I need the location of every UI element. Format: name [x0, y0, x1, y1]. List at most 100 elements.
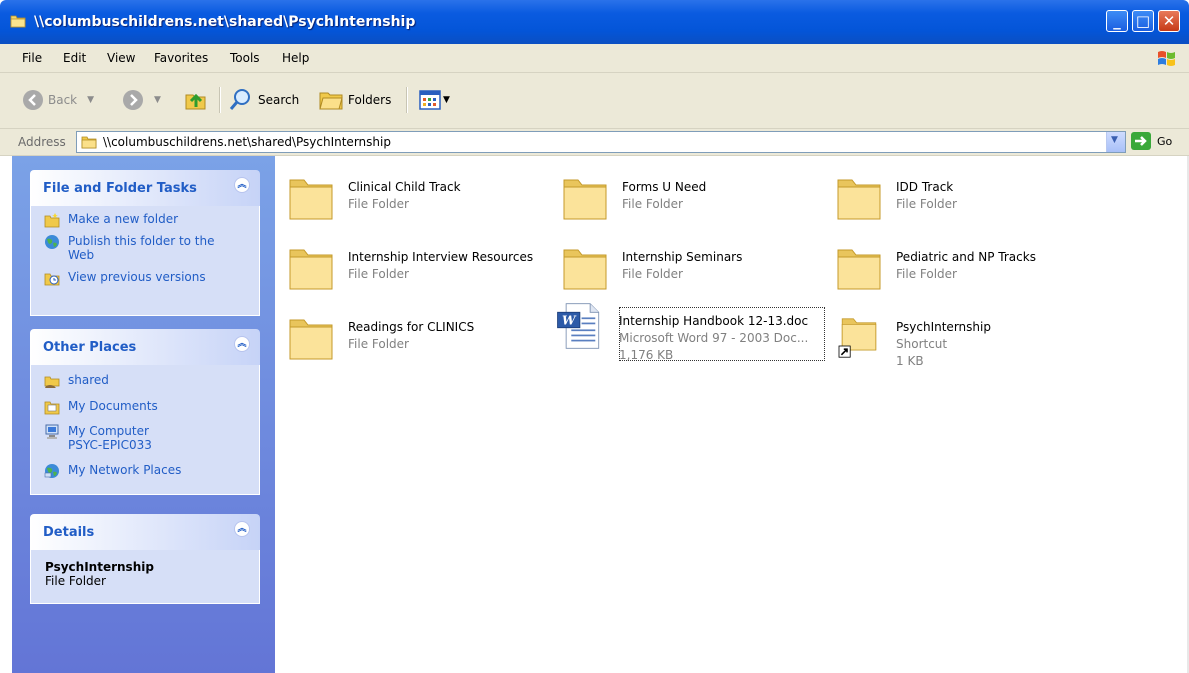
file-item[interactable]: Internship Interview Resources File Fold…: [276, 232, 546, 292]
details-name: PsychInternship: [45, 560, 154, 574]
file-name: Forms U Need: [622, 180, 707, 194]
file-item[interactable]: Forms U Need File Folder: [550, 162, 820, 222]
menu-bar: File Edit View Favorites Tools Help: [0, 44, 1189, 73]
minimize-button[interactable]: _: [1106, 10, 1128, 32]
views-icon: [419, 90, 441, 110]
file-name: PsychInternship: [896, 320, 991, 334]
file-folder-tasks-panel: File and Folder Tasks ︽ Make a new folde…: [30, 170, 260, 316]
other-places-panel: Other Places ︽ shared My Documents My Co…: [30, 329, 260, 495]
go-button[interactable]: Go: [1131, 132, 1172, 150]
make-new-folder-link[interactable]: Make a new folder: [44, 212, 178, 228]
go-arrow-icon: [1131, 132, 1151, 150]
folders-icon: [319, 92, 343, 110]
details-title: Details: [43, 525, 95, 540]
folder-shortcut-icon: [838, 318, 877, 358]
details-header[interactable]: Details ︽: [30, 514, 260, 550]
collapse-chevron-icon[interactable]: ︽: [234, 336, 250, 352]
file-folder-tasks-body: Make a new folder Publish this folder to…: [30, 206, 260, 316]
place-network-places-link[interactable]: My Network Places: [44, 463, 181, 479]
folder-icon: [289, 179, 333, 220]
place-my-computer-link[interactable]: My Computer PSYC-EPIC033: [44, 424, 184, 452]
views-button[interactable]: ▼: [419, 83, 450, 117]
back-label: Back: [48, 93, 78, 107]
file-item[interactable]: IDD Track File Folder: [824, 162, 1094, 222]
file-name: Internship Seminars: [622, 250, 743, 264]
maximize-icon: □: [1135, 12, 1151, 30]
close-icon: ✕: [1162, 12, 1176, 30]
chevron-down-icon[interactable]: ▼: [443, 95, 450, 105]
file-name: Readings for CLINICS: [348, 320, 475, 334]
window-title: \\columbuschildrens.net\shared\PsychInte…: [34, 14, 416, 30]
folder-icon: [289, 249, 333, 290]
file-type: File Folder: [622, 267, 683, 281]
file-size: 1 KB: [896, 354, 924, 368]
details-panel: Details ︽ PsychInternship File Folder: [30, 514, 260, 604]
folders-button[interactable]: Folders: [318, 83, 391, 117]
file-type: File Folder: [896, 267, 957, 281]
place-shared-label: shared: [68, 373, 109, 387]
chevron-down-icon[interactable]: ▼: [87, 95, 94, 105]
new-folder-icon: [44, 212, 60, 228]
maximize-button[interactable]: □: [1132, 10, 1154, 32]
up-folder-button[interactable]: [183, 83, 209, 117]
close-button[interactable]: ✕: [1158, 10, 1180, 32]
menu-file[interactable]: File: [22, 51, 42, 65]
windows-logo-icon: [1158, 51, 1175, 66]
file-item[interactable]: PsychInternship Shortcut 1 KB: [824, 302, 1094, 368]
file-type: File Folder: [348, 267, 409, 281]
file-folder-tasks-header[interactable]: File and Folder Tasks ︽: [30, 170, 260, 206]
title-bar[interactable]: \\columbuschildrens.net\shared\PsychInte…: [0, 0, 1189, 44]
menu-view[interactable]: View: [107, 51, 135, 65]
chevron-down-icon[interactable]: ▼: [154, 95, 161, 105]
file-type: File Folder: [622, 197, 683, 211]
file-view: Clinical Child Track File Folder Forms U…: [276, 156, 1189, 673]
folder-icon: [289, 319, 333, 360]
place-my-documents-link[interactable]: My Documents: [44, 399, 158, 415]
address-bar: Address \\columbuschildrens.net\shared\P…: [0, 129, 1189, 156]
globe-icon: [44, 234, 60, 250]
minimize-icon: _: [1113, 12, 1121, 30]
address-input[interactable]: \\columbuschildrens.net\shared\PsychInte…: [76, 131, 1126, 153]
menu-tools[interactable]: Tools: [230, 51, 260, 65]
place-my-documents-label: My Documents: [68, 399, 158, 413]
back-arrow-icon: [23, 90, 43, 110]
folder-icon: [563, 249, 607, 290]
details-type: File Folder: [45, 574, 106, 588]
file-item[interactable]: Internship Seminars File Folder: [550, 232, 820, 292]
file-type: File Folder: [348, 197, 409, 211]
explorer-window: \\columbuschildrens.net\shared\PsychInte…: [0, 0, 1189, 673]
go-label: Go: [1157, 134, 1173, 148]
network-places-icon: [44, 463, 60, 479]
address-label: Address: [18, 135, 66, 149]
folder-icon: [837, 179, 881, 220]
folder-icon: [837, 249, 881, 290]
other-places-header[interactable]: Other Places ︽: [30, 329, 260, 365]
view-previous-versions-link[interactable]: View previous versions: [44, 270, 206, 286]
address-dropdown-button[interactable]: ▼: [1106, 132, 1125, 152]
place-network-places-label: My Network Places: [68, 463, 182, 477]
file-type: Shortcut: [896, 337, 948, 351]
my-documents-icon: [44, 399, 60, 415]
back-button[interactable]: Back ▼: [22, 83, 94, 117]
svg-text:W: W: [562, 313, 577, 327]
publish-folder-link[interactable]: Publish this folder to the Web: [44, 234, 234, 262]
place-shared-link[interactable]: shared: [44, 373, 109, 389]
file-type: File Folder: [896, 197, 957, 211]
forward-button[interactable]: ▼: [122, 83, 161, 117]
file-item[interactable]: Pediatric and NP Tracks File Folder: [824, 232, 1094, 292]
file-item[interactable]: Readings for CLINICS File Folder: [276, 302, 546, 362]
search-button[interactable]: Search: [228, 83, 299, 117]
search-icon: [229, 89, 250, 110]
collapse-chevron-icon[interactable]: ︽: [234, 177, 250, 193]
task-pane: File and Folder Tasks ︽ Make a new folde…: [12, 156, 275, 673]
file-item[interactable]: Clinical Child Track File Folder: [276, 162, 546, 222]
forward-arrow-icon: [123, 90, 143, 110]
chevron-down-icon: ▼: [1111, 135, 1118, 145]
collapse-chevron-icon[interactable]: ︽: [234, 521, 250, 537]
publish-folder-label: Publish this folder to the Web: [68, 234, 215, 262]
folder-icon: [81, 136, 97, 149]
menu-help[interactable]: Help: [282, 51, 309, 65]
other-places-body: shared My Documents My Computer PSYC-EPI…: [30, 365, 260, 495]
menu-edit[interactable]: Edit: [63, 51, 86, 65]
menu-favorites[interactable]: Favorites: [154, 51, 208, 65]
